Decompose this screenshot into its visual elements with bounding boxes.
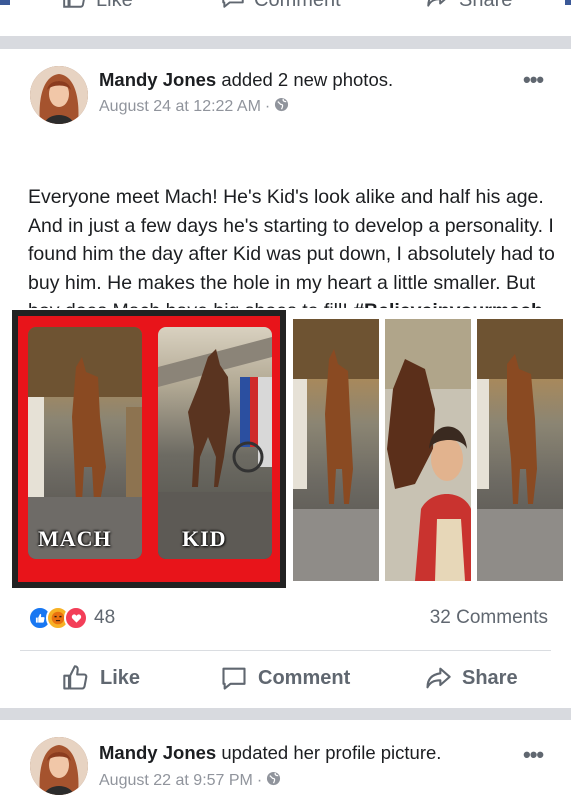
previous-share-button[interactable]: Share <box>425 0 512 16</box>
next-feed-post: Mandy Jones updated her profile picture.… <box>10 720 565 800</box>
comment-label: Comment <box>258 666 351 689</box>
previous-like-label: Like <box>96 0 133 12</box>
share-label: Share <box>462 666 518 689</box>
comment-bubble-icon <box>220 0 246 16</box>
post-meta: August 24 at 12:22 AM · <box>99 97 289 117</box>
reactions-summary[interactable]: 48 <box>28 606 115 630</box>
feed-separator <box>0 36 571 49</box>
comment-bubble-icon <box>220 664 248 692</box>
previous-like-button[interactable]: Like <box>62 0 133 16</box>
collage-mach-panel: MACH <box>28 327 142 559</box>
post-text: Everyone meet Mach! He's Kid's look alik… <box>28 183 558 326</box>
share-arrow-icon <box>425 0 451 16</box>
reactions-count: 48 <box>94 607 116 628</box>
love-reaction-icon <box>64 606 88 630</box>
previous-comment-label: Comment <box>254 0 341 12</box>
next-post-header-line: Mandy Jones updated her profile picture. <box>99 742 441 764</box>
horse-photo-1[interactable] <box>293 319 379 581</box>
next-author-name[interactable]: Mandy Jones <box>99 742 216 763</box>
share-arrow-icon <box>424 664 452 692</box>
globe-icon <box>274 97 289 117</box>
collage-kid-panel: KID <box>158 327 272 559</box>
like-button[interactable]: Like <box>62 664 140 692</box>
post-options-icon[interactable]: ••• <box>523 67 544 93</box>
previous-share-label: Share <box>459 0 512 12</box>
comment-button[interactable]: Comment <box>220 664 350 692</box>
author-name[interactable]: Mandy Jones <box>99 69 216 90</box>
next-post-options-icon[interactable]: ••• <box>523 742 544 768</box>
like-label: Like <box>100 666 141 689</box>
post-action-text: added 2 new photos. <box>221 69 394 90</box>
feed-separator <box>0 708 571 720</box>
globe-icon <box>266 771 281 791</box>
collage-label-kid: KID <box>182 526 227 551</box>
collage-photo[interactable]: MACH KID <box>12 310 286 588</box>
selfie-photo[interactable] <box>385 319 471 581</box>
previous-comment-button[interactable]: Comment <box>220 0 341 16</box>
next-post-timestamp[interactable]: August 22 at 9:57 PM <box>99 772 253 790</box>
meta-separator: · <box>256 772 263 789</box>
next-post-action-text: updated her profile picture. <box>221 742 442 763</box>
previous-post-action-bar: Like Comment Share <box>10 0 565 36</box>
thumbs-up-icon <box>62 664 90 692</box>
share-button[interactable]: Share <box>424 664 518 692</box>
next-post-meta: August 22 at 9:57 PM · <box>99 771 281 791</box>
comments-count[interactable]: 32 Comments <box>430 607 548 629</box>
post-timestamp[interactable]: August 24 at 12:22 AM <box>99 98 261 116</box>
post-photos: MACH KID <box>10 308 565 590</box>
horse-photo-2[interactable] <box>477 319 563 581</box>
next-author-avatar[interactable] <box>30 737 88 795</box>
thumbs-up-icon <box>62 0 88 16</box>
meta-separator: · <box>264 98 271 115</box>
author-avatar[interactable] <box>30 66 88 124</box>
collage-label-mach: MACH <box>38 526 112 551</box>
actions-divider <box>20 650 551 651</box>
post-header-line: Mandy Jones added 2 new photos. <box>99 69 393 91</box>
